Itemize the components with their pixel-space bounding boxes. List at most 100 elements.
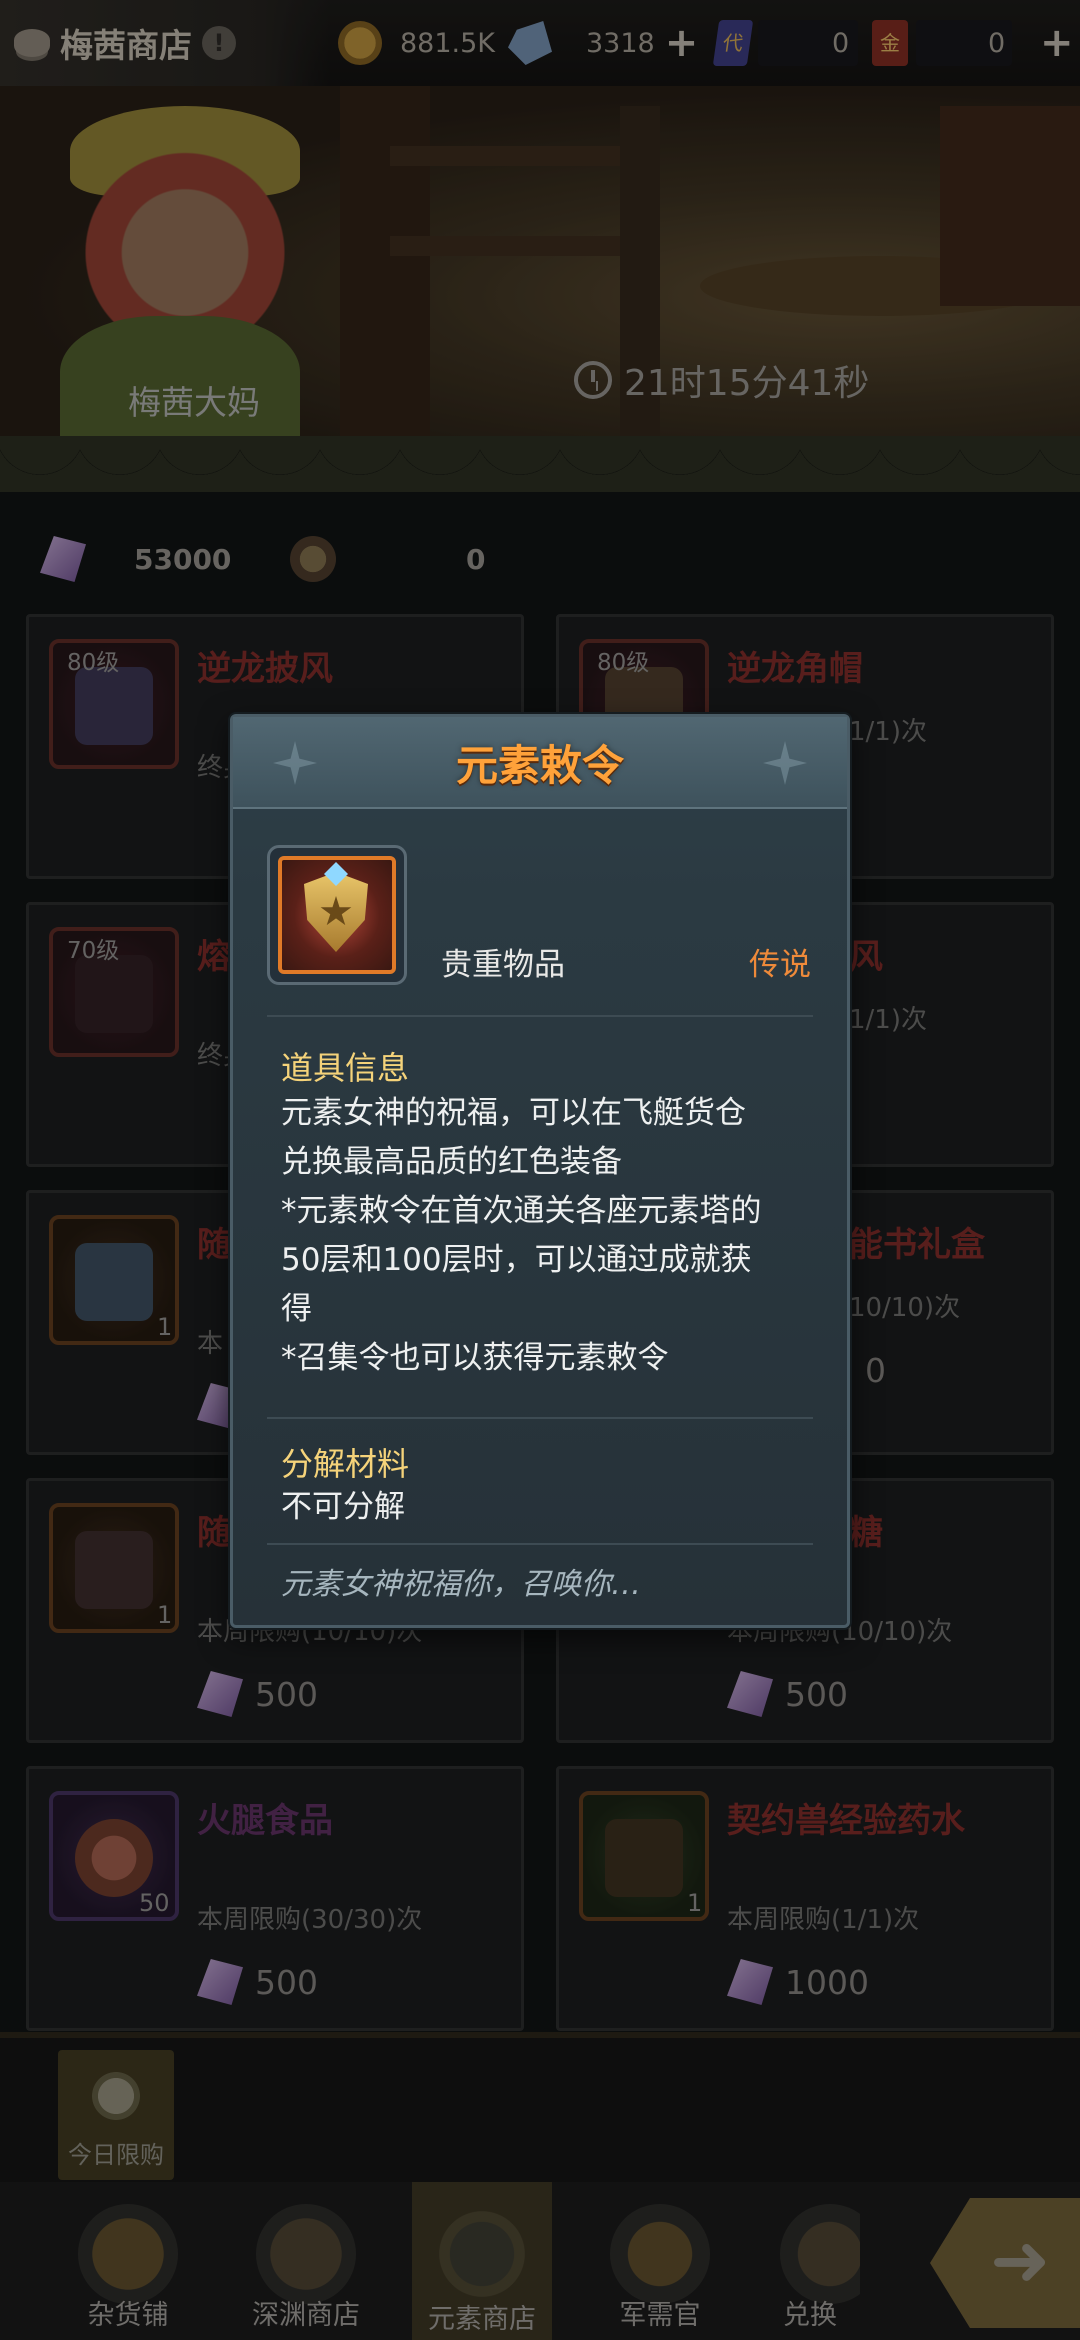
item-name: 逆龙角帽 xyxy=(727,649,863,689)
item-count: 1 xyxy=(157,1313,173,1341)
nav-element-shop[interactable]: 元素商店 xyxy=(412,2182,552,2340)
badge-amount: 0 xyxy=(466,542,486,576)
shop-banner: 梅茜大妈 21时15分41秒 xyxy=(0,86,1080,436)
ticket-a-icon: 代 xyxy=(712,20,754,66)
price-tag: 500 xyxy=(197,1671,318,1717)
item-price: 500 xyxy=(255,1962,318,2002)
gem-currency: 53000 xyxy=(40,536,231,582)
item-price: 1000 xyxy=(785,1962,869,2002)
sun-icon xyxy=(88,2068,144,2124)
gem-icon xyxy=(40,536,86,582)
top-bar: 梅茜商店 ! 881.5K 3318 + 代 0 金 0 + xyxy=(0,0,1080,86)
gold-value: 881.5K xyxy=(400,27,496,59)
ticket-a-value: 0 xyxy=(832,27,850,59)
ticket-b-icon: 金 xyxy=(872,20,908,66)
badge-icon xyxy=(290,536,336,582)
item-name: 随 xyxy=(197,1513,231,1553)
ticket-b-display: 金 0 + xyxy=(872,18,1074,68)
npc-name: 梅茜大妈 xyxy=(128,383,260,422)
today-limit-label: 今日限购 xyxy=(68,2141,164,2169)
nav-abyss-shop[interactable]: 深渊商店 xyxy=(236,2196,376,2336)
filter-strip: 今日限购 xyxy=(0,2032,1080,2182)
item-price: 0 xyxy=(865,1351,886,1390)
ticket-a-display: 代 0 xyxy=(712,18,858,68)
sparkle-icon xyxy=(273,741,317,785)
today-limit-tab[interactable]: 今日限购 xyxy=(58,2050,174,2180)
item-category: 贵重物品 xyxy=(441,947,565,983)
item-limit: 10/10)次 xyxy=(849,1293,961,1323)
nav-label: 兑换 xyxy=(783,2300,837,2331)
coin-stack-icon xyxy=(14,29,50,57)
nav-next-arrow-icon[interactable] xyxy=(930,2198,1080,2328)
refresh-timer: 21时15分41秒 xyxy=(574,354,869,406)
badge-shield-icon xyxy=(610,2204,710,2304)
item-info-title: 道具信息 xyxy=(281,1049,410,1087)
gem-icon xyxy=(197,1959,243,2005)
shop-item-card[interactable]: 1 契约兽经验药水 本周限购(1/1)次 1000 xyxy=(556,1766,1054,2031)
item-price: 500 xyxy=(255,1674,318,1714)
item-limit: 本周限购(30/30)次 xyxy=(197,1905,423,1935)
badge-currency: 0 xyxy=(290,536,485,582)
item-price: 500 xyxy=(785,1674,848,1714)
nav-exchange[interactable]: 兑换 xyxy=(760,2196,860,2336)
gold-display: 881.5K xyxy=(338,18,495,68)
crates-icon xyxy=(256,2204,356,2304)
shop-item-card[interactable]: 50 火腿食品 本周限购(30/30)次 500 xyxy=(26,1766,524,2031)
diamond-display: 3318 + xyxy=(508,18,698,68)
nav-label: 杂货铺 xyxy=(87,2300,169,2331)
item-count: 1 xyxy=(687,1889,703,1917)
nav-grocery[interactable]: 杂货铺 xyxy=(58,2196,198,2336)
diamond-icon xyxy=(508,21,552,65)
add-diamond-button[interactable]: + xyxy=(665,23,699,63)
ticket-b-value: 0 xyxy=(988,27,1006,59)
gauntlet-icon xyxy=(75,955,153,1033)
divider xyxy=(267,1417,813,1419)
flavor-text: 元素女神祝福你，召唤你… xyxy=(281,1567,641,1602)
item-name: 火腿食品 xyxy=(197,1801,333,1841)
divider xyxy=(267,1543,813,1545)
diamond-value: 3318 xyxy=(586,27,655,59)
gem-icon xyxy=(727,1959,773,2005)
gem-icon xyxy=(197,1671,243,1717)
add-ticket-button[interactable]: + xyxy=(1040,23,1074,63)
bottom-nav: 杂货铺 深渊商店 元素商店 军需官 兑换 xyxy=(0,2182,1080,2340)
cloak-icon xyxy=(75,667,153,745)
nav-quartermaster[interactable]: 军需官 xyxy=(590,2196,730,2336)
price-tag: 500 xyxy=(197,1959,318,2005)
item-level: 70级 xyxy=(67,938,120,964)
gem-icon xyxy=(727,1671,773,1717)
ham-icon xyxy=(75,1819,153,1897)
item-name: 契约兽经验药水 xyxy=(727,1801,965,1841)
nav-label: 军需官 xyxy=(619,2300,701,2331)
item-name: 糖 xyxy=(849,1513,883,1553)
awning-edge xyxy=(0,436,1080,492)
element-decree-icon xyxy=(278,856,396,974)
item-limit: 本 xyxy=(197,1329,224,1359)
item-name: 能书礼盒 xyxy=(849,1225,985,1265)
exchange-icon xyxy=(780,2204,860,2304)
clock-icon xyxy=(574,361,612,399)
random-box-icon xyxy=(75,1531,153,1609)
decompose-text: 不可分解 xyxy=(281,1489,405,1525)
item-count: 50 xyxy=(139,1889,170,1917)
price-tag: 1000 xyxy=(727,1959,869,2005)
price-tag: 500 xyxy=(727,1671,848,1717)
potion-chest-icon xyxy=(605,1819,683,1897)
nav-label: 元素商店 xyxy=(428,2304,536,2335)
item-icon-frame xyxy=(267,845,407,985)
item-level: 80级 xyxy=(67,650,120,676)
timer-text: 21时15分41秒 xyxy=(624,363,870,404)
item-name: 逆龙披风 xyxy=(197,649,333,689)
nav-label: 深渊商店 xyxy=(252,2300,360,2331)
item-description: 元素女神的祝福，可以在飞艇货仓 兑换最高品质的红色装备 *元素敕令在首次通关各座… xyxy=(281,1095,762,1376)
item-limit: 1/1)次 xyxy=(849,717,927,747)
item-limit: 1/1)次 xyxy=(849,1005,927,1035)
item-name: 风 xyxy=(849,937,883,977)
info-icon[interactable]: ! xyxy=(202,26,236,60)
item-rarity: 传说 xyxy=(749,947,811,983)
item-count: 1 xyxy=(157,1601,173,1629)
shop-title-area: 梅茜商店 ! xyxy=(0,0,330,86)
coin-pile-icon xyxy=(78,2204,178,2304)
item-detail-modal: 元素敕令 贵重物品 传说 道具信息 元素女神的祝福，可以在飞艇货仓 兑换最高品质… xyxy=(230,714,850,1628)
random-stone-icon xyxy=(75,1243,153,1321)
